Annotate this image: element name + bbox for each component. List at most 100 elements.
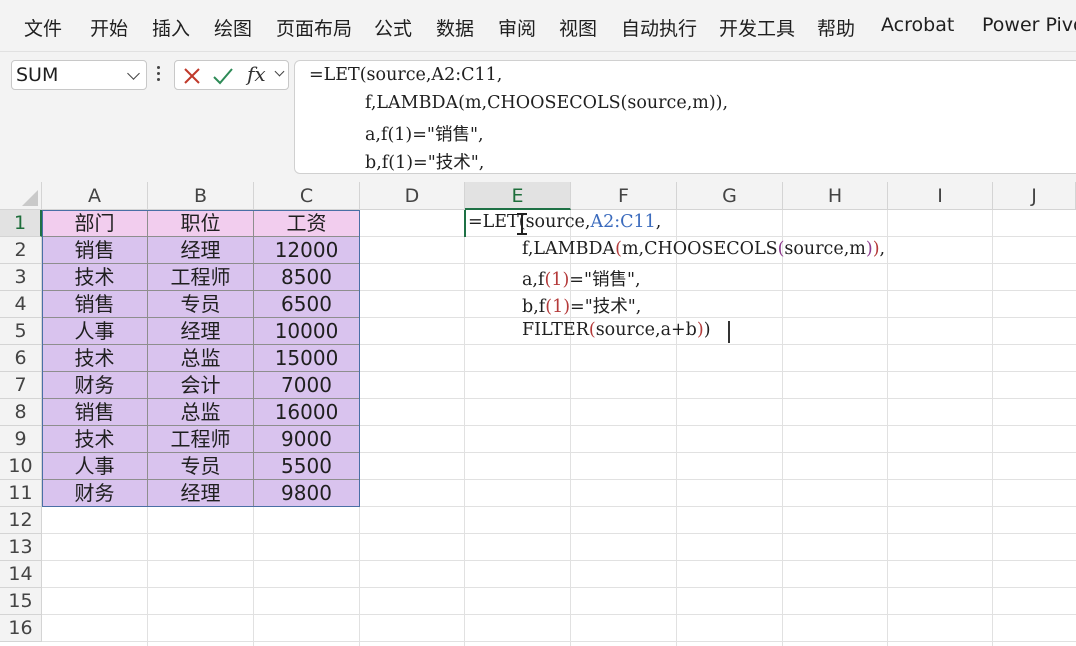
table-cell[interactable]: 7000 [254, 372, 360, 399]
select-all-corner[interactable] [0, 182, 42, 210]
row-header-10[interactable]: 10 [0, 453, 42, 480]
tab-page-layout[interactable]: 页面布局 [276, 14, 352, 41]
row-header-14[interactable]: 14 [0, 561, 42, 588]
edit-token: , [655, 212, 662, 232]
table-cell[interactable]: 12000 [254, 237, 360, 264]
edit-token: source, [525, 212, 591, 232]
table-cell[interactable]: 会计 [148, 372, 254, 399]
tab-draw[interactable]: 绘图 [214, 14, 252, 41]
row-header-15[interactable]: 15 [0, 588, 42, 615]
column-header-a[interactable]: A [42, 182, 148, 210]
row-header-1[interactable]: 1 [0, 210, 42, 237]
table-cell[interactable]: 专员 [148, 453, 254, 480]
edit-token: f,LAMBDA [522, 239, 616, 259]
chevron-down-icon[interactable] [127, 67, 140, 80]
row-header-5[interactable]: 5 [0, 318, 42, 345]
edit-token: ) [703, 320, 711, 340]
table-header-position[interactable]: 职位 [148, 210, 254, 237]
table-cell[interactable]: 经理 [148, 237, 254, 264]
column-header-e[interactable]: E [465, 182, 571, 210]
table-cell[interactable]: 技术 [42, 345, 148, 372]
column-header-j[interactable]: J [993, 182, 1076, 210]
table-cell[interactable]: 销售 [42, 237, 148, 264]
tab-automate[interactable]: 自动执行 [621, 14, 697, 41]
table-header-department[interactable]: 部门 [42, 210, 148, 237]
cell-edit-line-1[interactable]: =LET(source,A2:C11, [468, 212, 661, 232]
table-cell[interactable]: 6500 [254, 291, 360, 318]
table-cell[interactable]: 技术 [42, 264, 148, 291]
table-cell[interactable]: 财务 [42, 372, 148, 399]
column-header-b[interactable]: B [148, 182, 254, 210]
cell-edit-line-3[interactable]: a,f(1)="销售", [522, 266, 641, 291]
tab-developer[interactable]: 开发工具 [719, 14, 795, 41]
table-cell[interactable]: 9800 [254, 480, 360, 507]
tab-home[interactable]: 开始 [90, 14, 128, 41]
row-header-13[interactable]: 13 [0, 534, 42, 561]
table-cell[interactable]: 5500 [254, 453, 360, 480]
formula-line-2: f,LAMBDA(m,CHOOSECOLS(source,m)), [365, 93, 729, 113]
column-header-c[interactable]: C [254, 182, 360, 210]
column-header-d[interactable]: D [360, 182, 465, 210]
tab-view[interactable]: 视图 [559, 14, 597, 41]
tab-power-pivot[interactable]: Power Pivot [982, 14, 1076, 36]
tab-file[interactable]: 文件 [24, 14, 62, 41]
table-cell[interactable]: 总监 [148, 399, 254, 426]
table-cell[interactable]: 15000 [254, 345, 360, 372]
table-cell[interactable]: 工程师 [148, 426, 254, 453]
name-box[interactable]: SUM [11, 60, 147, 90]
paren: ( [588, 320, 596, 340]
tab-data[interactable]: 数据 [436, 14, 474, 41]
table-cell[interactable]: 9000 [254, 426, 360, 453]
row-header-6[interactable]: 6 [0, 345, 42, 372]
formula-input[interactable]: =LET(source,A2:C11, f,LAMBDA(m,CHOOSECOL… [294, 60, 1076, 174]
table-cell[interactable]: 经理 [148, 480, 254, 507]
tab-review[interactable]: 审阅 [498, 14, 536, 41]
ibeam-cursor-icon [517, 213, 527, 235]
fx-chevron-down-icon[interactable] [274, 66, 285, 77]
cell-edit-line-5[interactable]: FILTER(source,a+b)) [522, 320, 711, 340]
column-header-i[interactable]: I [888, 182, 993, 210]
name-box-value: SUM [16, 64, 59, 86]
table-cell[interactable]: 销售 [42, 291, 148, 318]
tab-help[interactable]: 帮助 [817, 14, 855, 41]
edit-token: source,a+b [595, 320, 697, 340]
tab-insert[interactable]: 插入 [152, 14, 190, 41]
worksheet-grid[interactable]: A B C D E F G H I J 1 2 3 4 5 6 7 8 9 10… [0, 182, 1076, 646]
more-options-icon[interactable] [157, 66, 161, 84]
edit-token: source,m [784, 239, 866, 259]
paren: ) [872, 239, 880, 259]
cell-edit-line-2[interactable]: f,LAMBDA(m,CHOOSECOLS(source,m)), [522, 239, 885, 259]
range-reference: A2:C11 [590, 212, 656, 232]
table-cell[interactable]: 技术 [42, 426, 148, 453]
tab-formulas[interactable]: 公式 [374, 14, 412, 41]
table-cell[interactable]: 总监 [148, 345, 254, 372]
row-header-9[interactable]: 9 [0, 426, 42, 453]
table-header-salary[interactable]: 工资 [254, 210, 360, 237]
table-cell[interactable]: 16000 [254, 399, 360, 426]
row-header-3[interactable]: 3 [0, 264, 42, 291]
table-cell[interactable]: 销售 [42, 399, 148, 426]
table-cell[interactable]: 人事 [42, 318, 148, 345]
table-cell[interactable]: 人事 [42, 453, 148, 480]
table-cell[interactable]: 工程师 [148, 264, 254, 291]
tab-acrobat[interactable]: Acrobat [881, 14, 954, 36]
row-header-7[interactable]: 7 [0, 372, 42, 399]
column-header-h[interactable]: H [783, 182, 888, 210]
insert-function-icon[interactable]: fx [247, 62, 266, 86]
row-header-11[interactable]: 11 [0, 480, 42, 507]
column-header-g[interactable]: G [677, 182, 783, 210]
row-header-16[interactable]: 16 [0, 615, 42, 642]
row-header-2[interactable]: 2 [0, 237, 42, 264]
enter-check-icon[interactable] [212, 66, 234, 86]
cancel-icon[interactable] [182, 66, 202, 86]
row-header-8[interactable]: 8 [0, 399, 42, 426]
table-cell[interactable]: 专员 [148, 291, 254, 318]
row-header-12[interactable]: 12 [0, 507, 42, 534]
row-header-4[interactable]: 4 [0, 291, 42, 318]
cell-edit-line-4[interactable]: b,f(1)="技术", [522, 293, 641, 318]
column-header-f[interactable]: F [571, 182, 677, 210]
table-cell[interactable]: 8500 [254, 264, 360, 291]
table-cell[interactable]: 经理 [148, 318, 254, 345]
table-cell[interactable]: 财务 [42, 480, 148, 507]
table-cell[interactable]: 10000 [254, 318, 360, 345]
